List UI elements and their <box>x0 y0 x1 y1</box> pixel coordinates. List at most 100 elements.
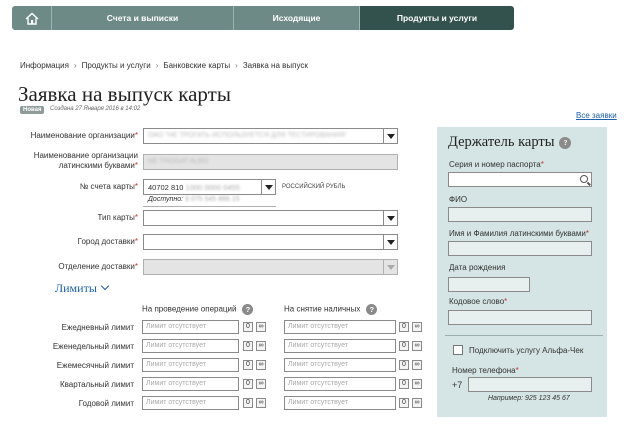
cash-limit-input[interactable]: Лимит отсутствует <box>284 377 396 391</box>
top-nav: Счета и выписки Исходящие Продукты и усл… <box>12 6 514 30</box>
unlimited-button[interactable]: ∞ <box>256 398 266 408</box>
passport-label: Серия и номер паспорта* <box>449 160 544 169</box>
alfa-check-checkbox[interactable] <box>453 345 463 355</box>
fio-field[interactable] <box>448 207 592 222</box>
operations-limit-input[interactable]: Лимит отсутствует <box>142 358 239 372</box>
latin-name-label: Имя и Фамилия латинскими буквами* <box>449 229 589 238</box>
account-select[interactable]: 40702 810 1000 0000 0455 <box>143 179 276 195</box>
unlimited-button[interactable]: ∞ <box>256 322 266 332</box>
card-holder-title: Держатель карты? <box>448 134 572 151</box>
unlimited-button[interactable]: ∞ <box>256 379 266 389</box>
cash-limit-input[interactable]: Лимит отсутствует <box>284 358 396 372</box>
operations-limit-input[interactable]: Лимит отсутствует <box>142 377 239 391</box>
zero-limit-button[interactable]: 0 <box>243 360 253 370</box>
chevron-down-icon[interactable] <box>383 260 397 274</box>
all-requests-link[interactable]: Все заявки <box>576 111 617 120</box>
home-button[interactable] <box>12 6 52 30</box>
latin-name-field[interactable] <box>448 241 592 256</box>
delivery-city-label: Город доставки* <box>77 237 138 246</box>
unlimited-button[interactable]: ∞ <box>256 360 266 370</box>
chevron-down-icon[interactable] <box>383 211 397 225</box>
zero-limit-button[interactable]: 0 <box>243 398 253 408</box>
created-date: Создана 27 Января 2016 в 14:02 <box>50 106 141 112</box>
code-word-label: Кодовое слово* <box>449 297 508 306</box>
zero-limit-button[interactable]: 0 <box>399 379 409 389</box>
operations-limit-input[interactable]: Лимит отсутствует <box>142 396 239 410</box>
delivery-city-select[interactable] <box>143 234 398 250</box>
org-name-select[interactable]: ОАО "НЕ ТРОГАТЬ ИСПОЛЬЗУЕТСЯ ДЛЯ ТЕСТИРО… <box>143 128 398 144</box>
breadcrumb-current: Заявка на выпуск <box>242 61 308 70</box>
tab-outgoing[interactable]: Исходящие <box>234 6 360 30</box>
card-holder-panel: Держатель карты? Серия и номер паспорта*… <box>437 127 607 417</box>
cash-limit-input[interactable]: Лимит отсутствует <box>284 320 396 334</box>
alfa-check-label[interactable]: Подключить услугу Альфа-Чек <box>469 346 583 355</box>
chevron-down-icon[interactable] <box>383 129 397 143</box>
card-type-label: Тип карты* <box>97 213 139 222</box>
birth-date-field[interactable] <box>448 277 530 292</box>
org-name-latin-value: NE TROGAT ALBO <box>148 158 209 165</box>
phone-label: Номер телефона* <box>452 366 519 375</box>
zero-limit-button[interactable]: 0 <box>243 379 253 389</box>
unlimited-button[interactable]: ∞ <box>412 379 422 389</box>
status-badge: Новая <box>20 106 45 114</box>
unlimited-button[interactable]: ∞ <box>412 341 422 351</box>
chevron-down-icon[interactable] <box>261 180 275 194</box>
unlimited-button[interactable]: ∞ <box>412 360 422 370</box>
panel-divider <box>445 335 603 336</box>
code-word-field[interactable] <box>448 310 592 325</box>
unlimited-button[interactable]: ∞ <box>256 341 266 351</box>
zero-limit-button[interactable]: 0 <box>399 322 409 332</box>
chevron-down-icon <box>100 281 110 291</box>
breadcrumb-item[interactable]: Продукты и услуги <box>82 61 151 70</box>
limit-row-label: Ежедневный лимит <box>61 323 134 332</box>
org-name-latin-label: Наименование организации латинскими буква… <box>33 151 138 170</box>
limit-row-label: Еженедельный лимит <box>52 342 134 351</box>
chevron-down-icon[interactable] <box>383 235 397 249</box>
org-name-label: Наименование организации* <box>30 131 138 140</box>
delivery-branch-select[interactable] <box>143 259 398 275</box>
passport-search-input[interactable] <box>448 172 592 187</box>
tab-products[interactable]: Продукты и услуги <box>360 6 514 30</box>
org-name-latin-field: NE TROGAT ALBO <box>143 154 398 170</box>
phone-field[interactable] <box>468 377 592 392</box>
limit-row-label: Квартальный лимит <box>59 380 134 389</box>
home-icon <box>25 12 38 25</box>
search-icon[interactable] <box>580 175 588 183</box>
unlimited-button[interactable]: ∞ <box>412 322 422 332</box>
birth-date-label: Дата рождения <box>449 263 506 272</box>
breadcrumb-separator: › <box>155 61 159 70</box>
phone-prefix: +7 <box>452 380 463 390</box>
help-icon[interactable]: ? <box>559 136 572 149</box>
account-label: № счета карты* <box>79 182 138 191</box>
page-title: Заявка на выпуск карты <box>18 82 231 106</box>
help-icon[interactable]: ? <box>366 304 378 315</box>
card-type-select[interactable] <box>143 210 398 226</box>
limit-row-label: Ежемесячный лимит <box>56 361 134 370</box>
phone-example: Например: 925 123 45 67 <box>488 395 570 402</box>
zero-limit-button[interactable]: 0 <box>243 322 253 332</box>
col-operations-header: На проведение операций? <box>142 304 254 315</box>
breadcrumb-item[interactable]: Банковские карты <box>163 61 230 70</box>
zero-limit-button[interactable]: 0 <box>399 360 409 370</box>
fio-label: ФИО <box>449 195 468 204</box>
help-icon[interactable]: ? <box>242 304 254 315</box>
limit-row-label: Годовой лимит <box>78 399 134 408</box>
col-cash-header: На снятие наличных? <box>284 304 378 315</box>
org-name-value: ОАО "НЕ ТРОГАТЬ ИСПОЛЬЗУЕТСЯ ДЛЯ ТЕСТИРО… <box>148 132 348 139</box>
unlimited-button[interactable]: ∞ <box>412 398 422 408</box>
operations-limit-input[interactable]: Лимит отсутствует <box>142 320 239 334</box>
account-available: Доступно: 9 075 545 886.15 <box>148 196 240 203</box>
operations-limit-input[interactable]: Лимит отсутствует <box>142 339 239 353</box>
account-value: 40702 810 1000 0000 0455 <box>148 183 240 192</box>
zero-limit-button[interactable]: 0 <box>399 398 409 408</box>
limits-toggle[interactable]: Лимиты <box>55 281 110 296</box>
breadcrumb: Информация › Продукты и услуги › Банковски… <box>20 61 308 70</box>
cash-limit-input[interactable]: Лимит отсутствует <box>284 339 396 353</box>
tab-accounts[interactable]: Счета и выписки <box>52 6 234 30</box>
zero-limit-button[interactable]: 0 <box>243 341 253 351</box>
cash-limit-input[interactable]: Лимит отсутствует <box>284 396 396 410</box>
account-currency: РОССИЙСКИЙ РУБЛЬ <box>282 184 346 190</box>
zero-limit-button[interactable]: 0 <box>399 341 409 351</box>
breadcrumb-item[interactable]: Информация <box>20 61 69 70</box>
delivery-branch-label: Отделение доставки* <box>58 262 138 271</box>
